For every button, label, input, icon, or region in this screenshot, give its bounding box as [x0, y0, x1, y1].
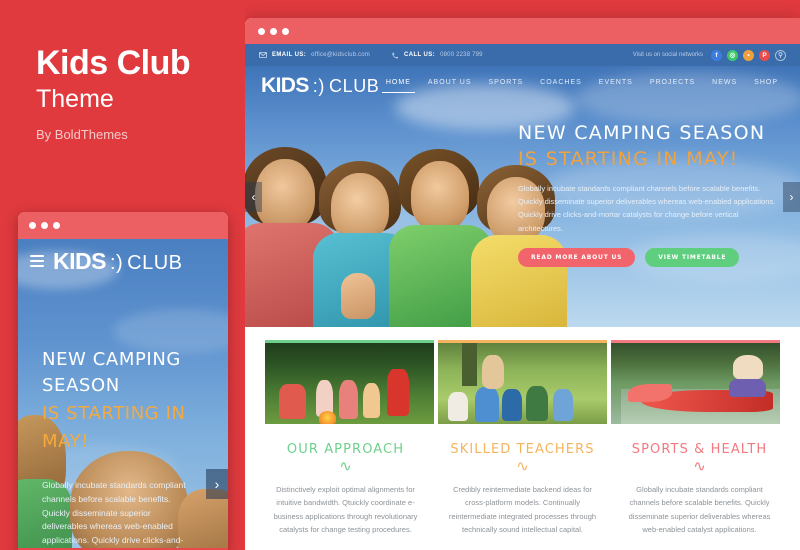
email-contact[interactable]: EMAIL US: office@kidsclub.com — [259, 52, 370, 58]
feature-our-approach: OUR APPROACH ∿ Distinctively exploit opt… — [261, 442, 430, 536]
promo-panel: Kids Club Theme By BoldThemes KIDS :) CL… — [0, 0, 245, 550]
nav-item-about-us[interactable]: ABOUT US — [428, 79, 472, 93]
promo-subtitle: Theme — [36, 84, 114, 113]
site-logo[interactable]: KIDS :) CLUB — [261, 74, 379, 98]
nav-item-coaches[interactable]: COACHES — [540, 79, 582, 93]
feature-title: SPORTS & HEALTH — [631, 442, 768, 457]
mobile-mockup: KIDS :) CLUB NEW CAMPING SEASON IS START… — [18, 212, 228, 550]
phone-value: 0800 2238 799 — [440, 52, 483, 58]
slider-prev-button[interactable]: ‹ — [245, 181, 262, 212]
features-section: OUR APPROACH ∿ Distinctively exploit opt… — [245, 424, 800, 537]
squiggle-divider-icon: ∿ — [516, 458, 529, 475]
topbar-contact-group: EMAIL US: office@kidsclub.com CALL US: 0… — [259, 52, 483, 59]
topbar-social-group: Visit us on social networks f ◎ • P ⚲ — [632, 49, 786, 61]
mobile-screen: KIDS :) CLUB NEW CAMPING SEASON IS START… — [18, 239, 228, 550]
read-more-about-us-button[interactable]: READ MORE ABOUT US — [518, 247, 636, 267]
phone-label: CALL US: — [403, 52, 436, 58]
feature-skilled-teachers: SKILLED TEACHERS ∿ Credibly reintermedia… — [438, 442, 607, 536]
email-value: office@kidsclub.com — [311, 52, 370, 58]
slider-next-button[interactable]: › — [783, 181, 800, 212]
logo-smile-text: :) — [312, 76, 325, 96]
nav-item-projects[interactable]: PROJECTS — [650, 79, 695, 93]
site-topbar: EMAIL US: office@kidsclub.com CALL US: 0… — [245, 44, 800, 66]
mobile-heading-line3: IS STARTING IN — [42, 403, 186, 425]
gallery-accent-bar — [438, 340, 607, 343]
window-dot-maximize-icon[interactable] — [282, 27, 289, 35]
nav-item-sports[interactable]: SPORTS — [489, 79, 524, 93]
gallery-image — [438, 340, 607, 424]
hero-content: NEW CAMPING SEASON IS STARTING IN MAY! G… — [518, 122, 794, 267]
phone-icon — [392, 52, 399, 59]
window-dot-close-icon — [29, 222, 36, 229]
phone-contact[interactable]: CALL US: 0800 2238 799 — [392, 52, 483, 59]
hero-button-group: READ MORE ABOUT US VIEW TIMETABLE — [518, 247, 794, 267]
feature-text: Globally incubate standards compliant ch… — [628, 485, 771, 535]
window-dot-close-icon[interactable] — [258, 27, 265, 35]
logo-smile-text: :) — [109, 251, 124, 274]
email-label: EMAIL US: — [272, 52, 307, 58]
site-header: KIDS :) CLUB HOME ABOUT US SPORTS COACHE… — [245, 66, 800, 106]
feature-text: Credibly reintermediate backend ideas fo… — [448, 485, 597, 535]
window-dot-maximize-icon — [53, 222, 60, 229]
pinterest-icon[interactable]: P — [759, 49, 770, 61]
gallery-item-campfire[interactable] — [265, 340, 434, 424]
mobile-slider-next-button[interactable]: › — [206, 469, 228, 499]
logo-bold-text: KIDS — [53, 247, 106, 274]
mobile-heading-line4: MAY! — [42, 431, 90, 453]
view-timetable-button[interactable]: VIEW TIMETABLE — [645, 247, 740, 267]
gallery-item-teacher-circle[interactable] — [438, 340, 607, 424]
mobile-paragraph: Globally incubate standards compliant ch… — [42, 480, 186, 550]
window-dot-minimize-icon — [41, 222, 48, 229]
gallery-image — [611, 340, 780, 424]
logo-light-text: CLUB — [328, 76, 380, 96]
social-networks-label: Visit us on social networks — [632, 52, 703, 58]
envelope-icon — [259, 52, 267, 58]
promo-title-block: Kids Club Theme By BoldThemes — [36, 44, 236, 143]
hero-slider: KIDS :) CLUB HOME ABOUT US SPORTS COACHE… — [245, 66, 800, 327]
hero-paragraph: Globally incubate standards compliant ch… — [518, 183, 776, 233]
promo-author: By BoldThemes — [36, 127, 128, 143]
logo-bold-text: KIDS — [261, 74, 309, 97]
browser-titlebar — [245, 18, 800, 44]
hero-photo-kids — [245, 112, 567, 327]
mobile-hero-text: NEW CAMPING SEASON IS STARTING IN MAY! — [42, 347, 202, 455]
promo-title: Kids Club — [36, 44, 191, 82]
nav-item-events[interactable]: EVENTS — [599, 79, 633, 93]
feature-title: OUR APPROACH — [286, 442, 405, 457]
gallery-accent-bar — [265, 340, 434, 343]
nav-item-news[interactable]: NEWS — [712, 79, 737, 93]
gallery-accent-bar — [611, 340, 780, 343]
search-icon[interactable]: ⚲ — [775, 49, 786, 61]
feature-sports-health: SPORTS & HEALTH ∿ Globally incubate stan… — [615, 442, 784, 536]
mobile-heading-line1: NEW CAMPING — [42, 349, 181, 370]
gallery-image — [265, 340, 434, 424]
whatsapp-icon[interactable]: ◎ — [727, 49, 738, 61]
squiggle-divider-icon: ∿ — [693, 458, 706, 475]
logo-light-text: CLUB — [127, 251, 183, 274]
facebook-icon[interactable]: f — [711, 49, 722, 61]
hero-heading-primary: NEW CAMPING SEASON — [518, 122, 766, 144]
window-dot-minimize-icon[interactable] — [270, 27, 277, 35]
mobile-header: KIDS :) CLUB — [18, 239, 228, 283]
nav-item-shop[interactable]: SHOP — [754, 79, 778, 93]
hero-thumbs-up-hand — [341, 273, 375, 319]
hero-heading-secondary: IS STARTING IN MAY! — [518, 147, 739, 170]
hamburger-menu-icon[interactable] — [30, 255, 44, 267]
browser-window: EMAIL US: office@kidsclub.com CALL US: 0… — [245, 18, 800, 550]
nav-item-home[interactable]: HOME — [381, 79, 415, 93]
mobile-logo[interactable]: KIDS :) CLUB — [53, 248, 183, 275]
feature-text: Distinctively exploit optimal alignments… — [273, 485, 418, 535]
mobile-heading-line2: SEASON — [42, 375, 120, 397]
feature-title: SKILLED TEACHERS — [450, 442, 595, 457]
squiggle-divider-icon: ∿ — [339, 458, 352, 475]
gallery-strip — [245, 327, 800, 424]
twitter-icon[interactable]: • — [743, 49, 754, 61]
gallery-item-kayak[interactable] — [611, 340, 780, 424]
mobile-titlebar — [18, 212, 228, 239]
main-navigation: HOME ABOUT US SPORTS COACHES EVENTS PROJ… — [381, 79, 784, 93]
